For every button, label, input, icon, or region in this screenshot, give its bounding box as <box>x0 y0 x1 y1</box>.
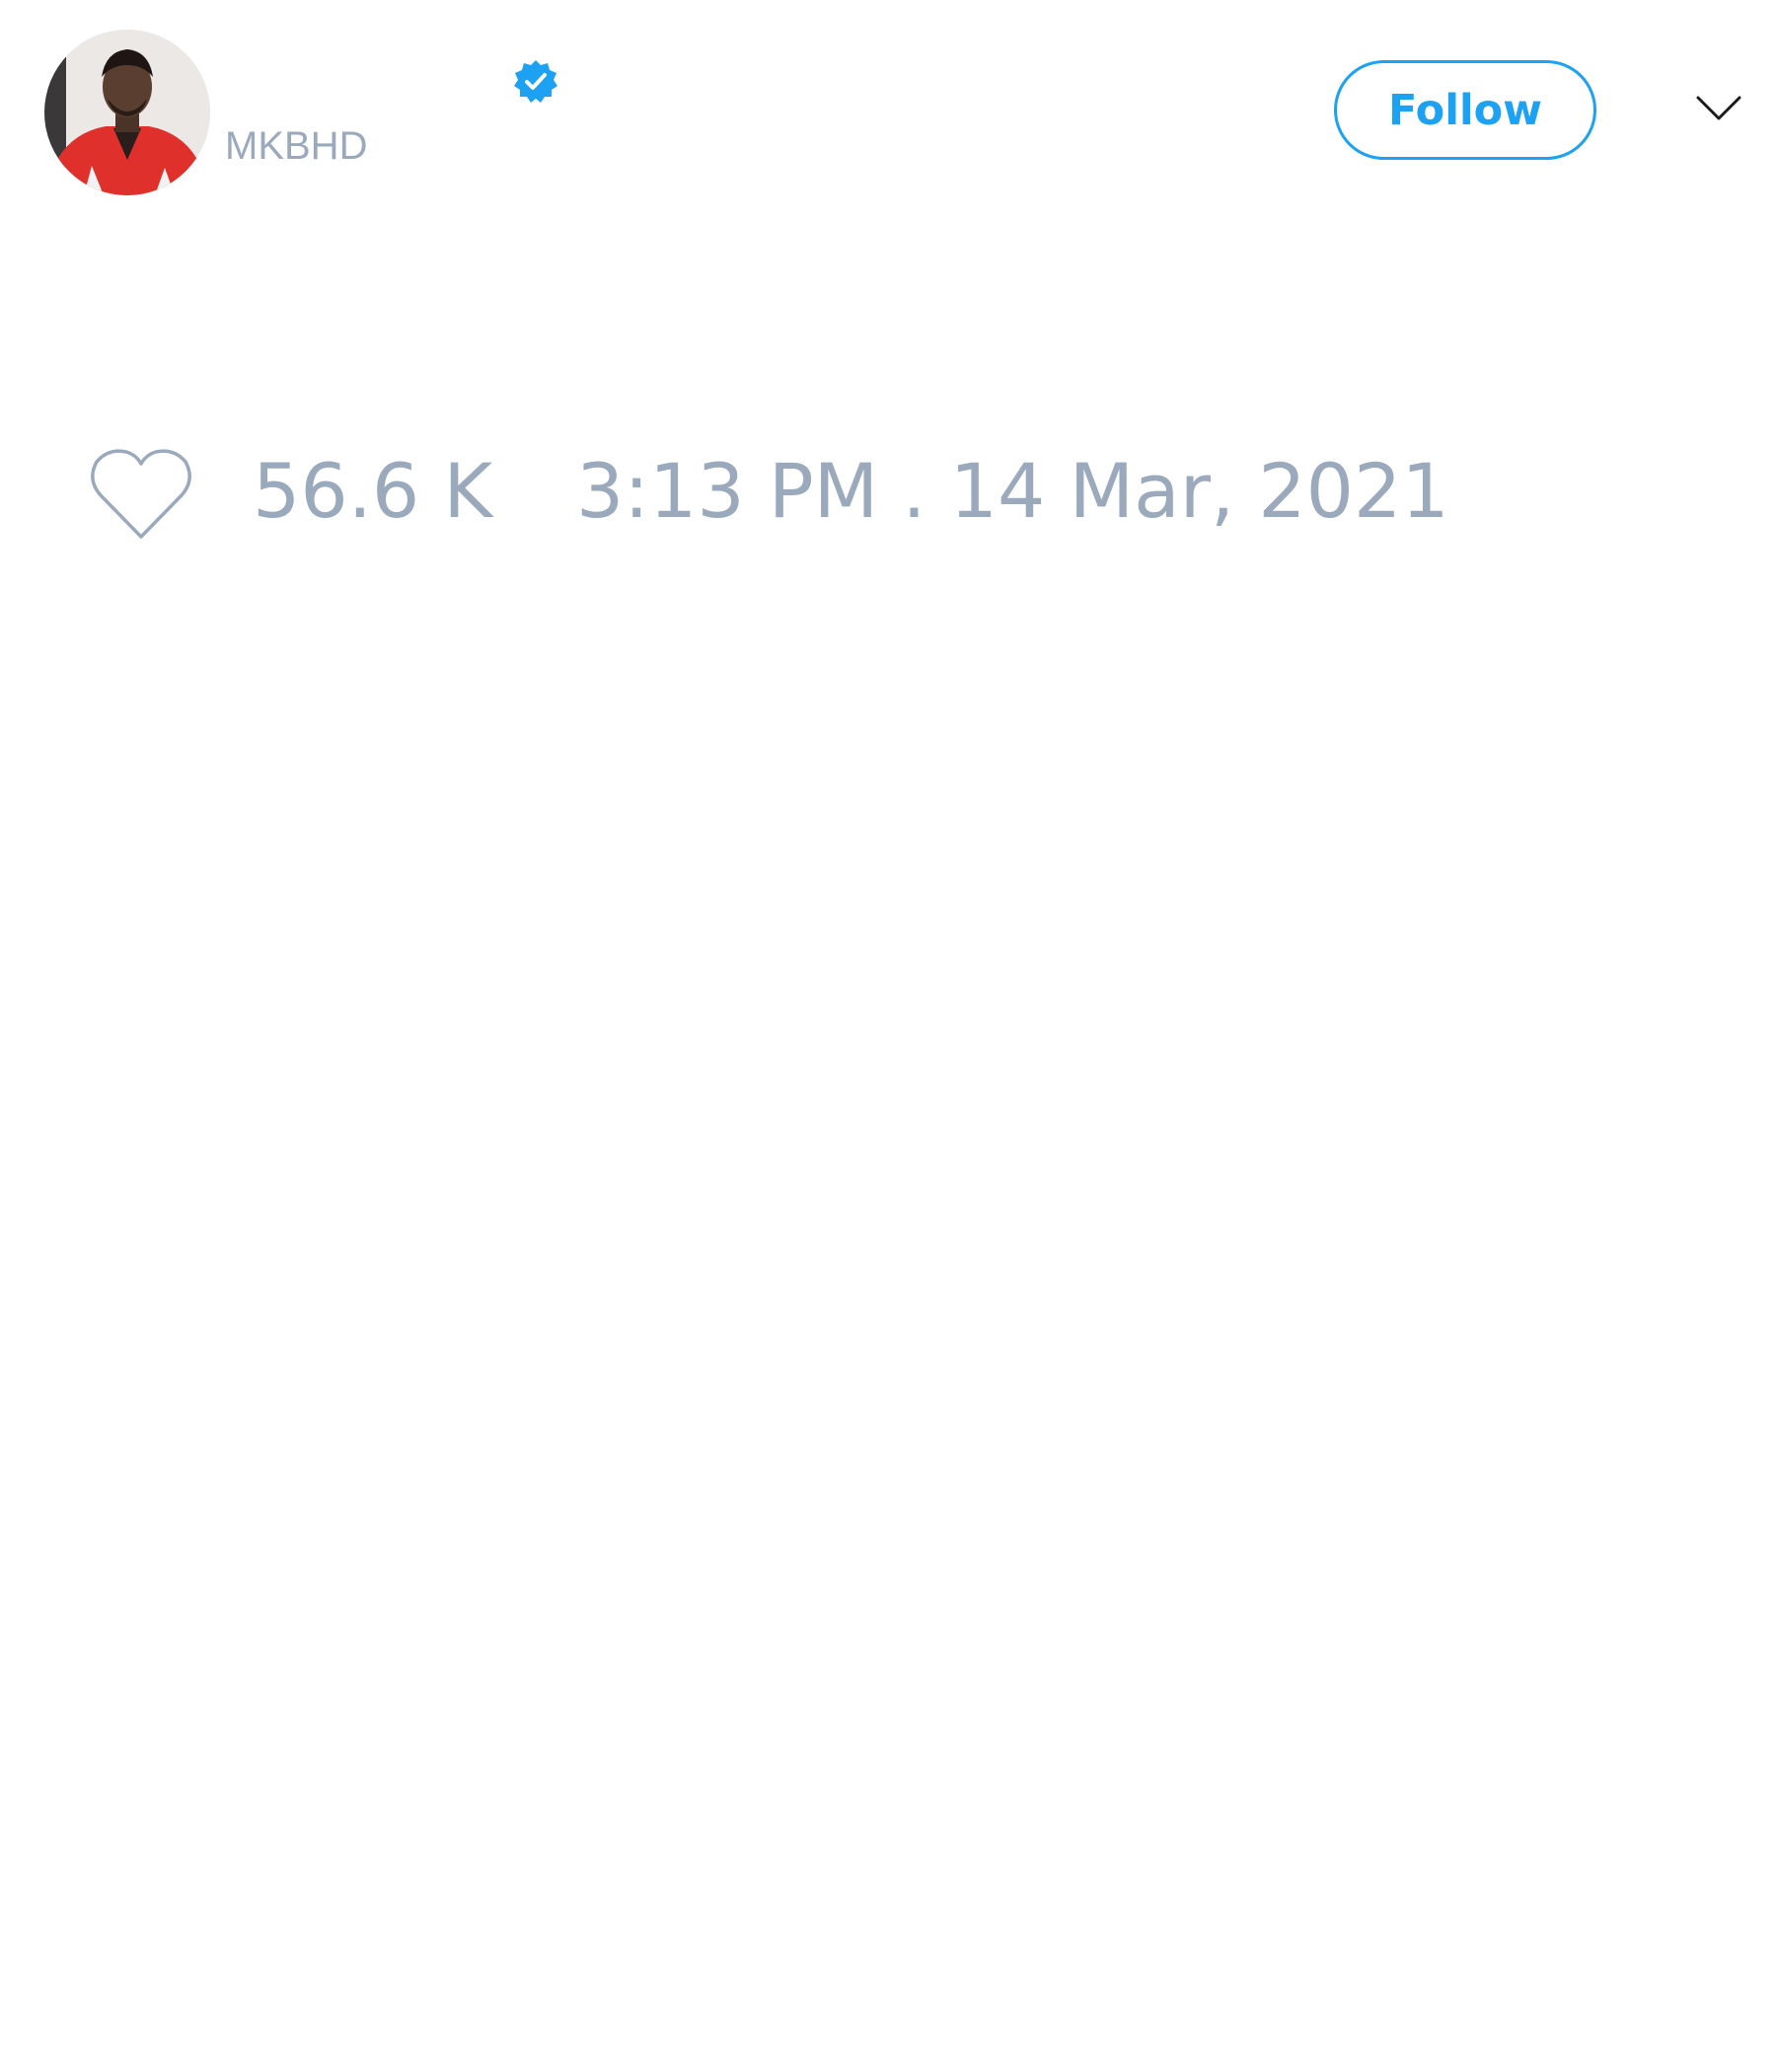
heart-icon[interactable] <box>89 446 193 541</box>
author-handle[interactable]: MKBHD <box>225 126 367 166</box>
tweet-actions-row: 56.6 K 3:13 PM . 14 Mar, 2021 <box>0 434 1776 553</box>
chevron-down-icon[interactable] <box>1695 95 1742 122</box>
tweet-timestamp[interactable]: 3:13 PM . 14 Mar, 2021 <box>576 454 1449 529</box>
avatar-photo <box>44 30 210 195</box>
like-count: 56.6 K <box>253 447 493 535</box>
verified-badge-icon <box>514 60 557 103</box>
follow-button[interactable]: Follow <box>1334 60 1596 160</box>
avatar[interactable] <box>44 30 210 195</box>
